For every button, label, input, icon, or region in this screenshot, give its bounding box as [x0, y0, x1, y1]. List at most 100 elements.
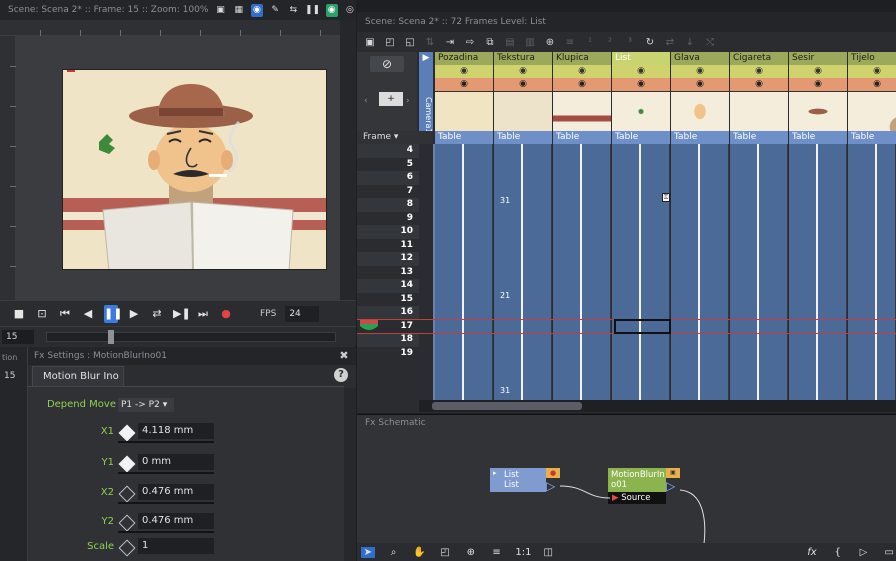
- paste-icon[interactable]: ▤: [503, 37, 517, 48]
- column-header[interactable]: Tijelo ◉ ◉ Table: [848, 52, 896, 144]
- selection-icon[interactable]: ➤: [361, 546, 375, 558]
- frame-number-field[interactable]: 15: [2, 330, 34, 344]
- row-number[interactable]: 6: [357, 171, 419, 185]
- monitor-icon[interactable]: ▭: [882, 547, 896, 558]
- preview-visible-icon[interactable]: ◉: [494, 65, 552, 78]
- frame-column-header[interactable]: Frame ▾: [357, 131, 433, 144]
- row-number[interactable]: 7: [357, 185, 419, 199]
- tab-motion-blur-ino[interactable]: Motion Blur Ino: [32, 366, 124, 386]
- motion-blur-node[interactable]: MotionBlurIn o01: [608, 468, 666, 492]
- column-header[interactable]: List ◉ ◉ Table: [612, 52, 670, 144]
- column-cells[interactable]: [494, 144, 552, 400]
- camera-view-icon[interactable]: ▣: [214, 4, 226, 17]
- shuffle-icon[interactable]: ⤭: [703, 37, 717, 48]
- lock-icon[interactable]: ✎: [269, 4, 281, 17]
- column-name[interactable]: Cigareta: [730, 52, 788, 65]
- duplicate-icon[interactable]: ⧉: [483, 37, 497, 48]
- onion-skin-icon[interactable]: [360, 320, 378, 332]
- row-number[interactable]: 10: [357, 225, 419, 239]
- preview-visible-icon[interactable]: ◉: [730, 65, 788, 78]
- toggle-xsheet-icon[interactable]: ⊘: [370, 56, 404, 72]
- new-raster-icon[interactable]: ◱: [403, 37, 417, 48]
- reorder-icon[interactable]: ≡: [490, 547, 504, 558]
- param-scale-field[interactable]: 1: [138, 538, 214, 554]
- column-header[interactable]: Tekstura ◉ ◉ Table: [494, 52, 552, 144]
- hand-icon[interactable]: ✋: [412, 547, 426, 558]
- flip-icon[interactable]: ⇆: [287, 4, 299, 17]
- param-y1-slider[interactable]: [118, 472, 214, 474]
- param-y1-field[interactable]: 0 mm: [138, 454, 214, 470]
- row-number[interactable]: 14: [357, 279, 419, 293]
- column-cells[interactable]: [612, 144, 670, 400]
- preview-visible-icon[interactable]: ◉: [671, 65, 729, 78]
- column-header[interactable]: Pozadina ◉ ◉ Table: [435, 52, 493, 144]
- fit-icon[interactable]: ◰: [438, 547, 452, 558]
- camstand-visible-icon[interactable]: ◉: [553, 78, 611, 91]
- prev-frame-icon[interactable]: ◀: [81, 307, 95, 320]
- loop-icon[interactable]: ⇄: [150, 307, 164, 320]
- camstand-visible-icon[interactable]: ◉: [848, 78, 896, 91]
- bracket-icon[interactable]: {: [831, 547, 845, 558]
- collapse-left-icon[interactable]: ‹: [364, 96, 374, 106]
- row-number[interactable]: 5: [357, 158, 419, 172]
- camstand-visible-icon[interactable]: ◉: [789, 78, 847, 91]
- row-number[interactable]: 18: [357, 333, 419, 347]
- preview-visible-icon[interactable]: ◉: [612, 65, 670, 78]
- preview-icon[interactable]: ◫: [541, 547, 555, 558]
- column-header[interactable]: Klupica ◉ ◉ Table: [553, 52, 611, 144]
- preview-visible-icon[interactable]: ◉: [789, 65, 847, 78]
- insert-icon[interactable]: ⇥: [443, 37, 457, 48]
- pause-icon[interactable]: ❚❚: [305, 4, 320, 17]
- add-column-icon[interactable]: +: [379, 92, 403, 106]
- param-x2-field[interactable]: 0.476 mm: [138, 484, 214, 500]
- export-icon[interactable]: ⇨: [463, 37, 477, 48]
- param-y2-field[interactable]: 0.476 mm: [138, 513, 214, 529]
- camstand-visible-icon[interactable]: ◉: [435, 78, 493, 91]
- stop-icon[interactable]: ■: [12, 307, 26, 320]
- step1-icon[interactable]: ¹: [583, 37, 597, 48]
- column-cells[interactable]: [553, 144, 611, 400]
- column-cells[interactable]: [730, 144, 788, 400]
- selected-cell[interactable]: [614, 319, 671, 334]
- source-port[interactable]: ▶ Source: [608, 492, 666, 504]
- render-toggle-icon[interactable]: ●: [546, 468, 560, 478]
- row-number[interactable]: 9: [357, 212, 419, 226]
- key-icon[interactable]: ⚿: [662, 193, 670, 202]
- camstand-visible-icon[interactable]: ◉: [612, 78, 670, 91]
- row-number[interactable]: 12: [357, 252, 419, 266]
- step3-icon[interactable]: ³: [623, 37, 637, 48]
- camstand-visible-icon[interactable]: ◉: [671, 78, 729, 91]
- output-icon[interactable]: ▷: [857, 547, 871, 558]
- camstand-visible-icon[interactable]: ◉: [730, 78, 788, 91]
- new-level-icon[interactable]: ▣: [363, 37, 377, 48]
- row-number[interactable]: 4: [357, 144, 419, 158]
- focus-icon[interactable]: ⊕: [464, 547, 478, 558]
- column-cells[interactable]: [671, 144, 729, 400]
- preview-visible-icon[interactable]: ◉: [553, 65, 611, 78]
- preview-toggle-icon[interactable]: ◉: [250, 3, 264, 17]
- column-name[interactable]: Glava: [671, 52, 729, 65]
- column-header[interactable]: Cigareta ◉ ◉ Table: [730, 52, 788, 144]
- column-name[interactable]: Pozadina: [435, 52, 493, 65]
- first-frame-icon[interactable]: ⊡: [35, 307, 49, 320]
- row-number[interactable]: 16: [357, 306, 419, 320]
- row-number[interactable]: 19: [357, 347, 419, 361]
- frame-slider[interactable]: [46, 332, 336, 342]
- rewind-icon[interactable]: ⏮: [58, 307, 72, 321]
- preview-visible-icon[interactable]: ◉: [848, 65, 896, 78]
- column-name-selected[interactable]: List: [612, 52, 670, 65]
- record-icon[interactable]: ●: [219, 307, 233, 320]
- help-icon[interactable]: ?: [334, 368, 348, 382]
- column-cells[interactable]: [435, 144, 493, 400]
- column-cells[interactable]: [848, 144, 896, 400]
- new-vector-icon[interactable]: ◰: [383, 37, 397, 48]
- grid-icon[interactable]: ▦: [233, 4, 245, 17]
- xsheet-scroll-handle[interactable]: [432, 402, 582, 410]
- column-name[interactable]: Sesir: [789, 52, 847, 65]
- row-number[interactable]: 11: [357, 239, 419, 253]
- column-header[interactable]: Glava ◉ ◉ Table: [671, 52, 729, 144]
- frame-slider-handle[interactable]: [108, 330, 114, 344]
- reframe-icon[interactable]: ⇅: [423, 37, 437, 48]
- swing-icon[interactable]: ⇄: [663, 37, 677, 48]
- split-icon[interactable]: ↓: [683, 37, 697, 48]
